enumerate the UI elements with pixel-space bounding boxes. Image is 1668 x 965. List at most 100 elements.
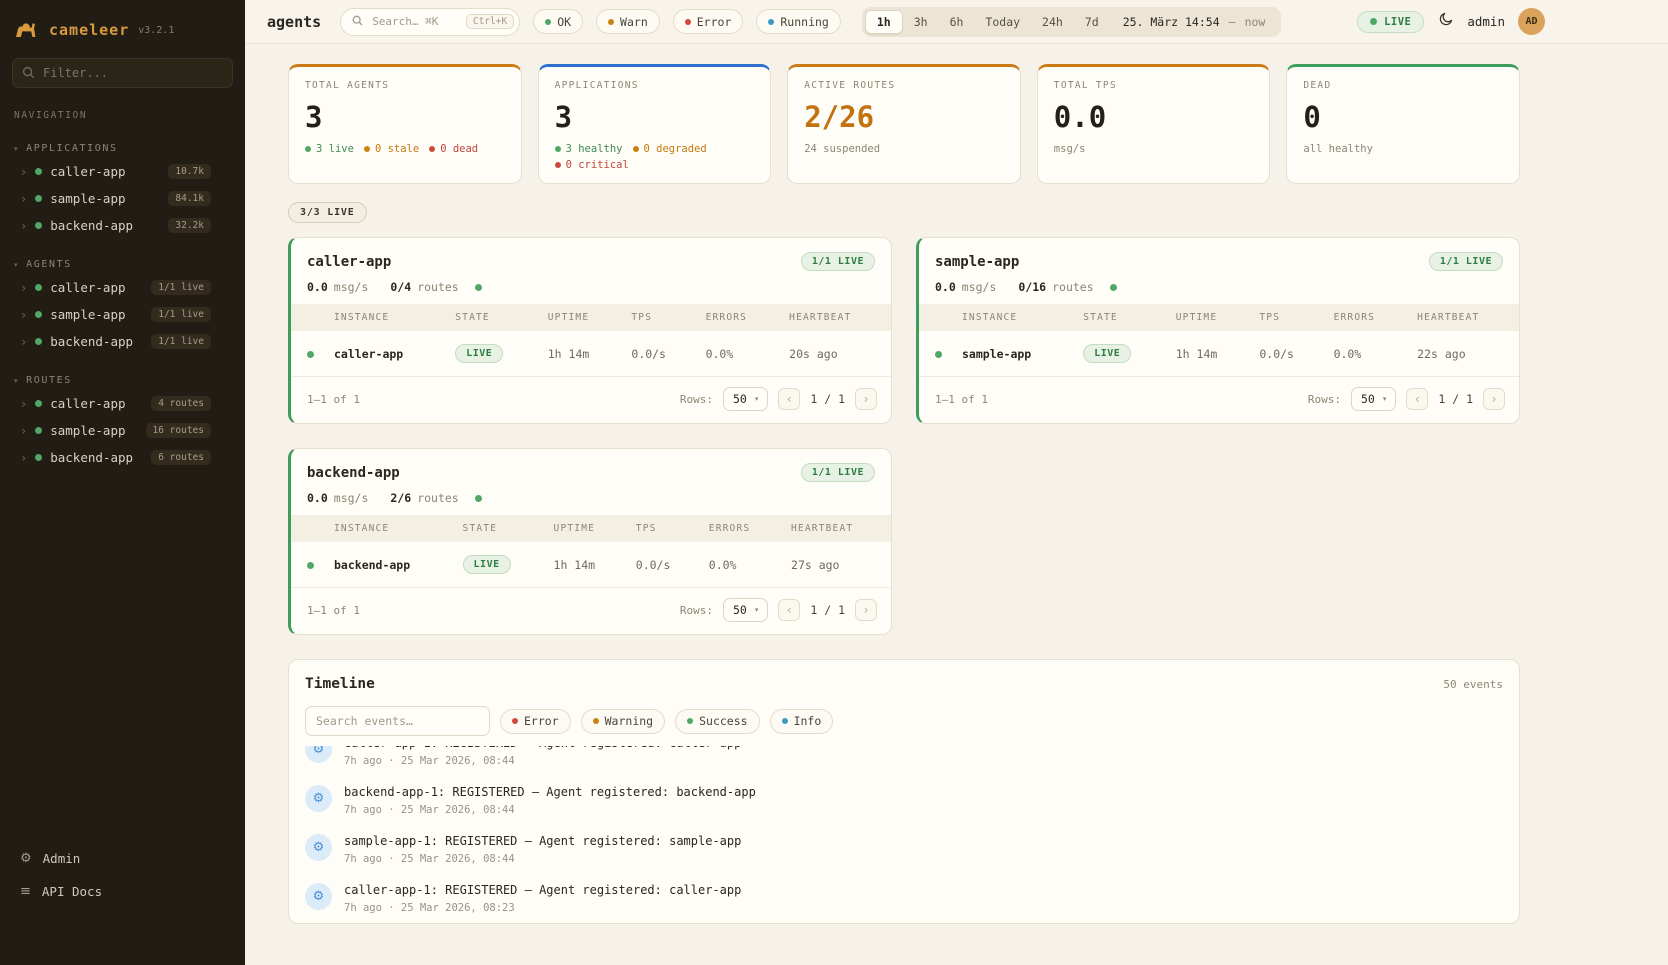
filter-pill-warn[interactable]: Warn xyxy=(596,9,660,34)
range-button-7d[interactable]: 7d xyxy=(1074,11,1110,33)
timeline-filter-error[interactable]: Error xyxy=(500,709,571,734)
range-button-6h[interactable]: 6h xyxy=(939,11,975,33)
avatar[interactable]: AD xyxy=(1518,8,1545,35)
nav-item-label: sample-app xyxy=(50,307,125,322)
table-row[interactable]: caller-app LIVE 1h 14m 0.0/s 0.0% 20s ag… xyxy=(291,331,891,377)
instances-table: INSTANCE STATE UPTIME TPS ERRORS HEARTBE… xyxy=(291,515,891,588)
date-range-display[interactable]: 25. März 14:54 — now xyxy=(1110,15,1279,29)
status-dot xyxy=(35,311,42,318)
range-button-1h[interactable]: 1h xyxy=(865,10,903,34)
sidebar-item-applications-backend-app[interactable]: › backend-app 32.2k xyxy=(0,212,245,239)
table-row[interactable]: backend-app LIVE 1h 14m 0.0/s 0.0% 27s a… xyxy=(291,542,891,588)
timeline-event[interactable]: ⚙ caller-app-1: REGISTERED — Agent regis… xyxy=(305,746,1503,776)
section-header-applications[interactable]: ▾ APPLICATIONS xyxy=(0,139,245,158)
routes-value: 0/16 xyxy=(1018,280,1046,294)
prev-page-button[interactable]: ‹ xyxy=(778,388,800,410)
chevron-down-icon: ▾ xyxy=(755,395,759,403)
timeline-card: Timeline 50 events Error Warning xyxy=(288,659,1520,924)
sidebar-item-routes-caller-app[interactable]: › caller-app 4 routes xyxy=(0,390,245,417)
page-indicator: 1 / 1 xyxy=(810,603,845,617)
instances-table: INSTANCE STATE UPTIME TPS ERRORS HEARTBE… xyxy=(291,304,891,377)
app-root: cameleer v3.2.1 NAVIGATION ▾ APPLICATION… xyxy=(0,0,1668,965)
rows-per-page-select[interactable]: 50 ▾ xyxy=(723,598,768,622)
rows-value: 50 xyxy=(1361,392,1375,406)
timeline-event[interactable]: ⚙ backend-app-1: REGISTERED — Agent regi… xyxy=(305,776,1503,825)
sidebar-item-agents-sample-app[interactable]: › sample-app 1/1 live xyxy=(0,301,245,328)
app-card-title[interactable]: sample-app xyxy=(935,254,1019,270)
col-errors: ERRORS xyxy=(1324,304,1408,331)
timeline-event[interactable]: ⚙ sample-app-1: REGISTERED — Agent regis… xyxy=(305,825,1503,874)
timeline-filter-warning[interactable]: Warning xyxy=(581,709,665,734)
table-footer: 1–1 of 1 Rows: 50 ▾ ‹ 1 / 1 › xyxy=(919,377,1519,423)
chevron-down-icon: ▾ xyxy=(14,145,19,153)
range-button-today[interactable]: Today xyxy=(974,11,1031,33)
section-header-agents[interactable]: ▾ AGENTS xyxy=(0,255,245,274)
dead-dot xyxy=(429,146,435,152)
cell-instance: caller-app xyxy=(324,331,445,377)
rate-value: 0.0 xyxy=(307,491,328,505)
filter-pill-ok[interactable]: OK xyxy=(533,9,583,34)
sidebar-item-routes-backend-app[interactable]: › backend-app 6 routes xyxy=(0,444,245,471)
warning-dot xyxy=(593,718,599,724)
chevron-down-icon: ▾ xyxy=(14,377,19,385)
timeline-event[interactable]: ⚙ caller-app-1: REGISTERED — Agent regis… xyxy=(305,874,1503,923)
nav-item-badge: 4 routes xyxy=(151,396,211,411)
routes-value: 0/4 xyxy=(390,280,411,294)
sidebar-item-routes-sample-app[interactable]: › sample-app 16 routes xyxy=(0,417,245,444)
filter-pill-error[interactable]: Error xyxy=(673,9,744,34)
stat-details: 3 healthy 0 degraded 0 critical xyxy=(555,143,755,171)
sidebar-filter-input[interactable] xyxy=(12,58,233,88)
timeline-search-input[interactable] xyxy=(305,706,490,736)
global-search[interactable]: Search… ⌘K Ctrl+K xyxy=(340,8,520,36)
app-stats: 0.0 msg/s 0/16 routes xyxy=(919,280,1519,304)
stat-title: DEAD xyxy=(1303,80,1503,91)
table-row[interactable]: sample-app LIVE 1h 14m 0.0/s 0.0% 22s ag… xyxy=(919,331,1519,377)
sidebar-item-applications-sample-app[interactable]: › sample-app 84.1k xyxy=(0,185,245,212)
section-header-routes[interactable]: ▾ ROUTES xyxy=(0,371,245,390)
cell-errors: 0.0% xyxy=(696,331,780,377)
sidebar-item-agents-caller-app[interactable]: › caller-app 1/1 live xyxy=(0,274,245,301)
chevron-right-icon: › xyxy=(20,424,27,438)
rows-per-page-select[interactable]: 50 ▾ xyxy=(1351,387,1396,411)
status-dot xyxy=(35,338,42,345)
page-indicator: 1 / 1 xyxy=(810,392,845,406)
col-tps: TPS xyxy=(621,304,695,331)
prev-page-button[interactable]: ‹ xyxy=(778,599,800,621)
stat-card-total-tps: TOTAL TPS 0.0 msg/s xyxy=(1037,64,1271,184)
cell-errors: 0.0% xyxy=(699,542,781,588)
col-instance: INSTANCE xyxy=(324,304,445,331)
cell-instance: backend-app xyxy=(324,542,453,588)
nav-item-badge: 32.2k xyxy=(168,218,211,233)
timeline-filter-success[interactable]: Success xyxy=(675,709,759,734)
rows-per-page-select[interactable]: 50 ▾ xyxy=(723,387,768,411)
prev-page-button[interactable]: ‹ xyxy=(1406,388,1428,410)
sidebar-item-applications-caller-app[interactable]: › caller-app 10.7k xyxy=(0,158,245,185)
stat-title: APPLICATIONS xyxy=(555,80,755,91)
next-page-button[interactable]: › xyxy=(855,388,877,410)
timeline-filter-info[interactable]: Info xyxy=(770,709,834,734)
app-card-title[interactable]: caller-app xyxy=(307,254,391,270)
next-page-button[interactable]: › xyxy=(855,599,877,621)
dark-mode-toggle[interactable] xyxy=(1437,11,1454,32)
routes-label: routes xyxy=(1052,280,1094,294)
stat-value: 0.0 xyxy=(1054,100,1254,134)
event-timestamp: 7h ago · 25 Mar 2026, 08:44 xyxy=(344,853,741,865)
main-area: agents Search… ⌘K Ctrl+K OK Warn xyxy=(245,0,1668,965)
nav-item-badge: 10.7k xyxy=(168,164,211,179)
logo[interactable]: cameleer v3.2.1 xyxy=(0,14,245,58)
row-range: 1–1 of 1 xyxy=(935,393,988,406)
range-button-3h[interactable]: 3h xyxy=(903,11,939,33)
sidebar-item-api-docs[interactable]: ≡ API Docs xyxy=(10,876,235,907)
next-page-button[interactable]: › xyxy=(1483,388,1505,410)
app-card-title[interactable]: backend-app xyxy=(307,465,400,481)
date-separator: — xyxy=(1229,15,1236,29)
col-instance: INSTANCE xyxy=(324,515,453,542)
row-range: 1–1 of 1 xyxy=(307,393,360,406)
rows-label: Rows: xyxy=(680,604,713,617)
sidebar-item-agents-backend-app[interactable]: › backend-app 1/1 live xyxy=(0,328,245,355)
range-button-24h[interactable]: 24h xyxy=(1031,11,1074,33)
sidebar-item-admin[interactable]: ⚙ Admin xyxy=(10,843,235,874)
cell-heartbeat: 27s ago xyxy=(781,542,891,588)
live-status-toggle[interactable]: LIVE xyxy=(1357,11,1424,33)
filter-pill-running[interactable]: Running xyxy=(756,9,840,34)
